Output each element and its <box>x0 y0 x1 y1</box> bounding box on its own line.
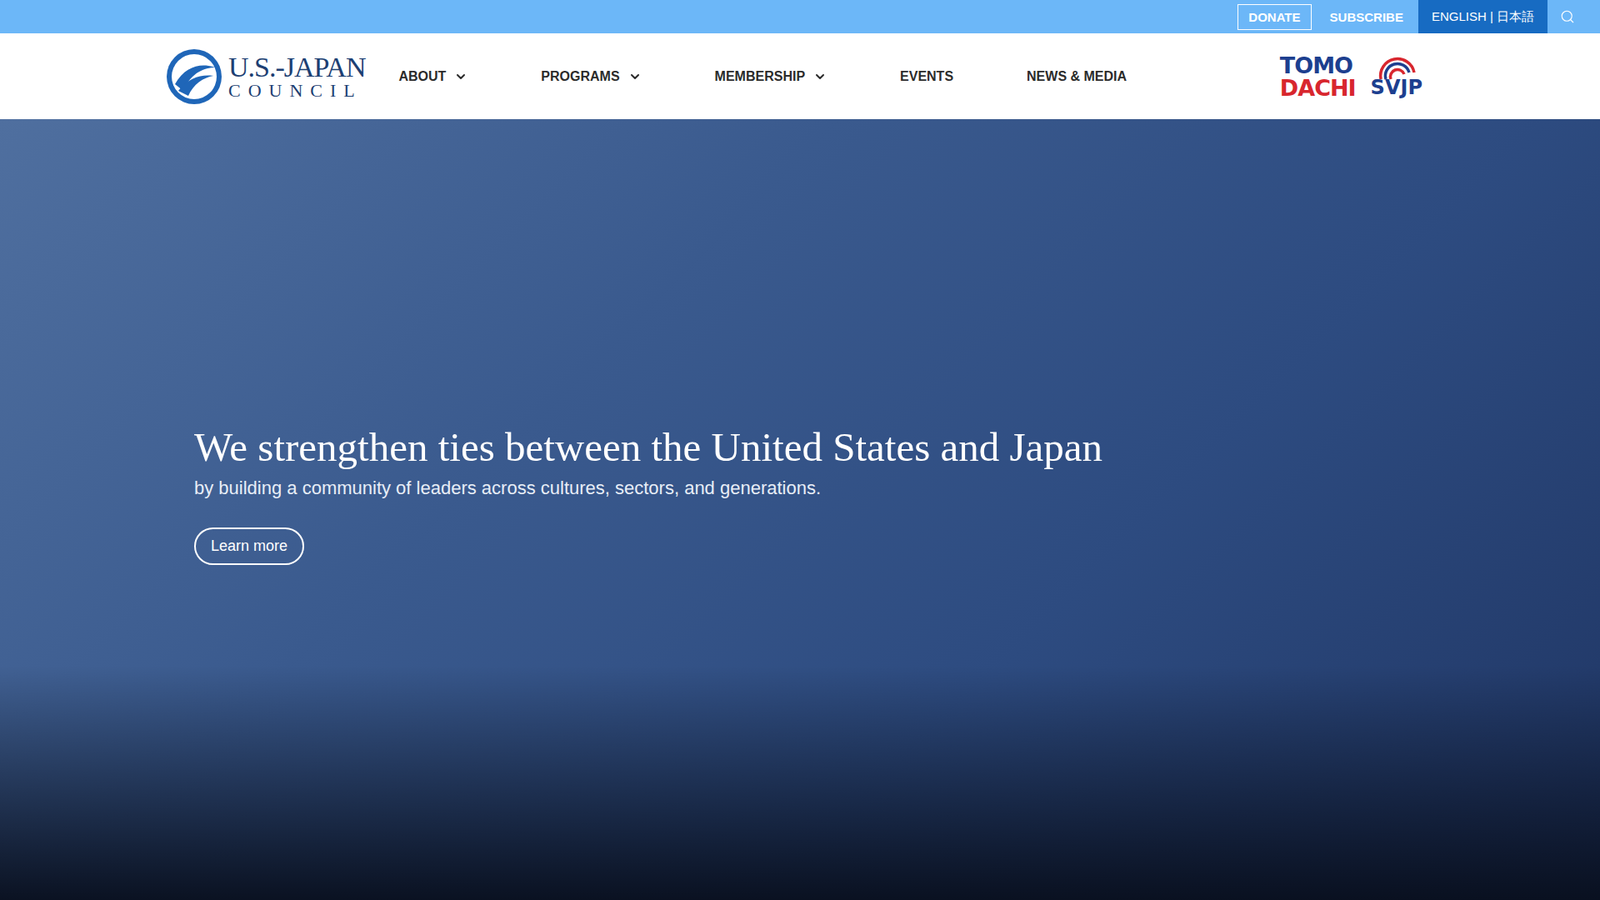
nav-item[interactable]: EVENTS <box>900 69 954 85</box>
subscribe-link[interactable]: SUBSCRIBE <box>1330 10 1404 25</box>
page: DONATESUBSCRIBEENGLISH | 日本語U.S.-JAPANCO… <box>0 0 1600 900</box>
search-button[interactable] <box>1547 0 1588 34</box>
nav-bar: U.S.-JAPANCOUNCIL ABOUT PROGRAMS MEMBERSHIP… <box>0 33 1600 120</box>
chevron-down-icon <box>628 70 642 84</box>
svjp-logo[interactable]: SVJP <box>1370 55 1423 98</box>
hero: We strengthen ties between the United St… <box>0 119 1600 900</box>
nav-item[interactable]: NEWS & MEDIA <box>1026 69 1127 85</box>
donate-button[interactable]: DONATE <box>1237 4 1311 30</box>
nav-item[interactable]: MEMBERSHIP <box>715 69 827 85</box>
language-switch[interactable]: ENGLISH | 日本語 <box>1418 0 1548 34</box>
partner-logos: TOMODACHI SVJP <box>1280 54 1423 100</box>
tomodachi-logo[interactable]: TOMODACHI <box>1280 54 1356 100</box>
hero-subheading: by building a community of leaders acros… <box>194 477 821 500</box>
search-icon <box>1560 9 1575 25</box>
nav-list: ABOUT PROGRAMS MEMBERSHIP EVENTS NEWS & MEDI… <box>398 69 1127 85</box>
chevron-down-icon <box>813 70 827 84</box>
hero-headline: We strengthen ties between the United St… <box>194 423 1103 473</box>
emblem-icon <box>165 47 224 106</box>
top-bar: DONATE SUBSCRIBE ENGLISH | 日本語 <box>0 0 1600 34</box>
learn-more-button[interactable]: Learn more <box>194 527 305 565</box>
nav-item[interactable]: PROGRAMS <box>540 69 641 85</box>
logo[interactable]: U.S.-JAPANCOUNCIL <box>165 47 365 106</box>
logo-text: U.S.-JAPANCOUNCIL <box>228 53 365 100</box>
chevron-down-icon <box>454 70 468 84</box>
nav-item[interactable]: ABOUT <box>398 69 468 85</box>
